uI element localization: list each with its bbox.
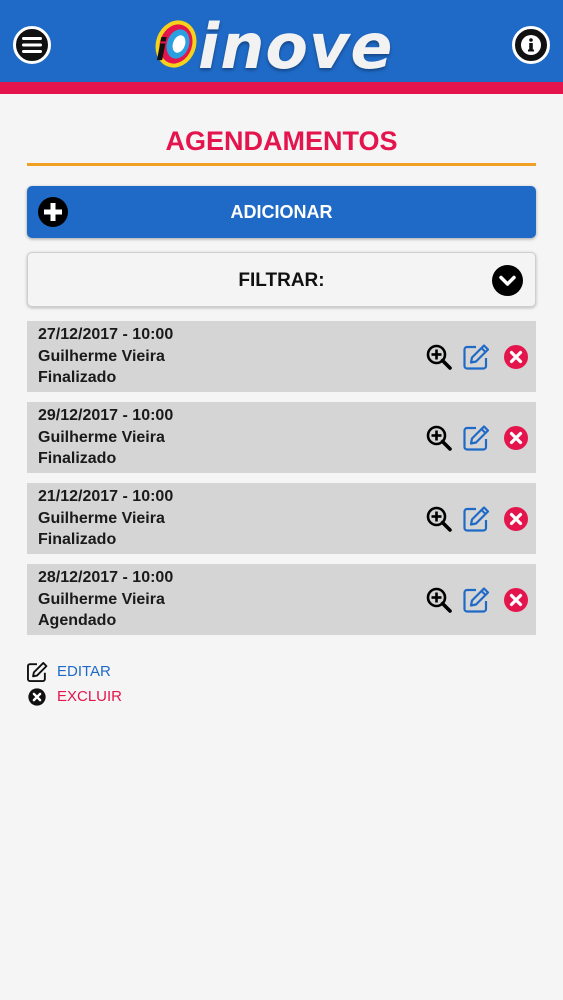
appointment-datetime: 29/12/2017 - 10:00	[38, 407, 174, 424]
app-logo: i inove	[148, 10, 418, 83]
edit-icon	[27, 662, 48, 682]
appointment-datetime: 27/12/2017 - 10:00	[38, 326, 174, 343]
menu-button[interactable]	[13, 26, 51, 64]
appointment-row: 29/12/2017 - 10:00 Guilherme Vieira Fina…	[27, 402, 536, 473]
edit-icon[interactable]	[462, 586, 490, 614]
appointment-client-name: Guilherme Vieira	[38, 509, 165, 527]
edit-icon[interactable]	[462, 343, 490, 371]
title-underline	[27, 163, 536, 166]
appointment-status: Finalizado	[38, 450, 117, 467]
brand-name: inove	[198, 10, 394, 83]
icon-legend: EDITAR EXCLUIR	[26, 660, 186, 710]
legend-edit-label: EDITAR	[57, 663, 111, 680]
zoom-in-icon[interactable]	[425, 586, 453, 614]
app-header: i inove	[0, 0, 563, 83]
appointments-list: 27/12/2017 - 10:00 Guilherme Vieira Fina…	[27, 321, 536, 645]
appointment-datetime: 21/12/2017 - 10:00	[38, 488, 174, 505]
legend-edit: EDITAR	[26, 660, 186, 685]
zoom-in-icon[interactable]	[425, 505, 453, 533]
appointment-status: Agendado	[38, 612, 117, 629]
info-button[interactable]	[512, 26, 550, 64]
delete-icon[interactable]	[502, 424, 530, 452]
appointment-row: 21/12/2017 - 10:00 Guilherme Vieira Fina…	[27, 483, 536, 554]
hamburger-menu-icon	[22, 37, 42, 53]
appointment-client-name: Guilherme Vieira	[38, 347, 165, 365]
edit-icon[interactable]	[462, 505, 490, 533]
appointment-datetime: 28/12/2017 - 10:00	[38, 569, 174, 586]
add-button-label: ADICIONAR	[230, 202, 333, 222]
appointment-client-name: Guilherme Vieira	[38, 590, 165, 608]
filter-label: FILTRAR:	[238, 270, 325, 291]
appointment-row: 28/12/2017 - 10:00 Guilherme Vieira Agen…	[27, 564, 536, 635]
filter-dropdown[interactable]: FILTRAR:	[27, 252, 536, 307]
page-title: AGENDAMENTOS	[165, 126, 398, 156]
delete-icon	[28, 688, 46, 706]
logo-mark-icon: i	[155, 20, 197, 68]
edit-icon[interactable]	[462, 424, 490, 452]
zoom-in-icon[interactable]	[425, 424, 453, 452]
info-icon	[521, 35, 541, 55]
appointment-client-name: Guilherme Vieira	[38, 428, 165, 446]
add-button[interactable]: ADICIONAR	[27, 186, 536, 238]
appointment-status: Finalizado	[38, 531, 117, 548]
header-stripe	[0, 82, 563, 94]
delete-icon[interactable]	[502, 586, 530, 614]
delete-icon[interactable]	[502, 505, 530, 533]
legend-delete: EXCLUIR	[26, 685, 186, 710]
appointment-status: Finalizado	[38, 369, 117, 386]
zoom-in-icon[interactable]	[425, 343, 453, 371]
legend-delete-label: EXCLUIR	[57, 688, 123, 705]
chevron-down-icon	[492, 265, 523, 296]
svg-text:i: i	[156, 33, 167, 68]
delete-icon[interactable]	[502, 343, 530, 371]
appointment-row: 27/12/2017 - 10:00 Guilherme Vieira Fina…	[27, 321, 536, 392]
